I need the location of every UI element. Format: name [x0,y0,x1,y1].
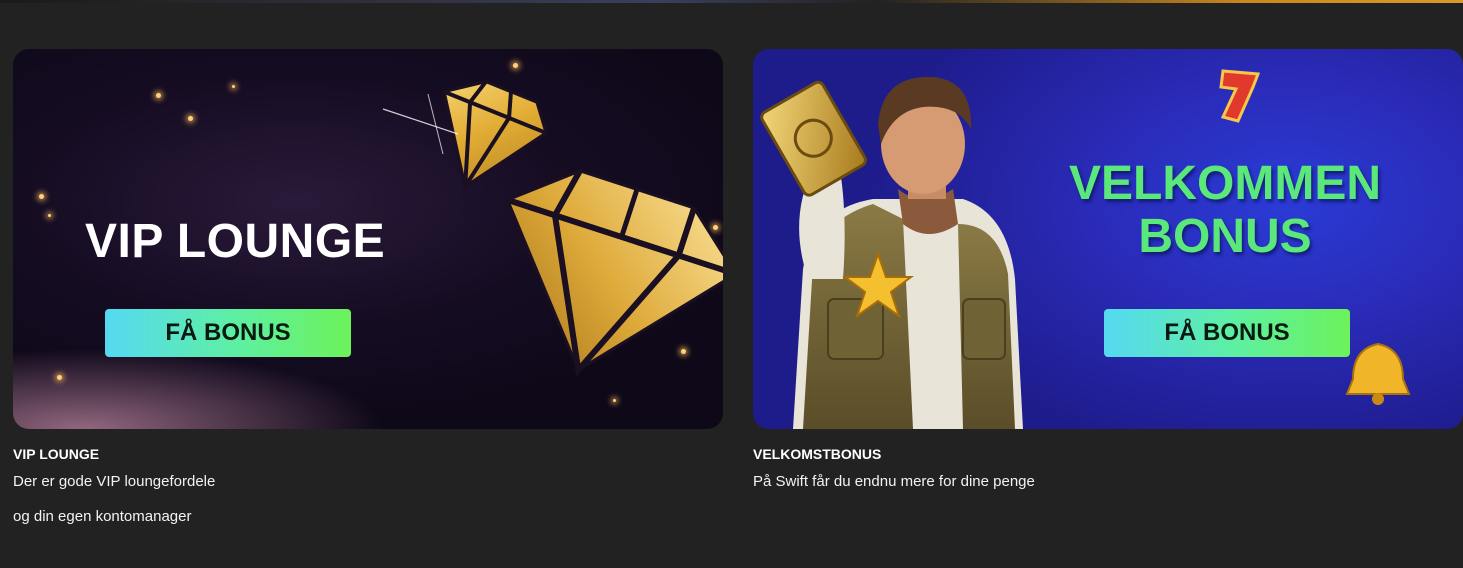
welcome-bonus-title: VELKOMMEN BONUS [1055,157,1395,263]
vip-caption-line: Der er gode VIP loungefordele [13,473,216,490]
welcome-caption-line: På Swift får du endnu mere for dine peng… [753,473,1035,490]
welcome-bonus-button[interactable]: FÅ BONUS [1104,309,1350,357]
welcome-caption-title[interactable]: VELKOMSTBONUS [753,446,881,462]
sparkle-icon [232,85,235,88]
welcome-bonus-banner[interactable]: VELKOMMEN BONUS FÅ BONUS [753,49,1463,429]
vip-lounge-banner[interactable]: VIP LOUNGE FÅ BONUS [13,49,723,429]
sparkle-icon [48,214,51,217]
sparkle-icon [188,116,193,121]
vip-caption-line: og din egen kontomanager [13,508,192,525]
vip-lounge-title: VIP LOUNGE [85,215,386,268]
sparkle-icon [39,194,44,199]
sparkle-icon [57,375,62,380]
top-hero-strip [0,0,1463,3]
red-seven-icon [1219,69,1261,123]
welcome-title-line: BONUS [1138,210,1312,263]
vip-caption-title[interactable]: VIP LOUNGE [13,446,99,462]
vip-bonus-button[interactable]: FÅ BONUS [105,309,351,357]
sparkle-icon [156,93,161,98]
gold-bell-icon [1345,342,1411,405]
welcome-title-line: VELKOMMEN [1069,157,1381,210]
gold-diamond-icon [382,80,723,377]
